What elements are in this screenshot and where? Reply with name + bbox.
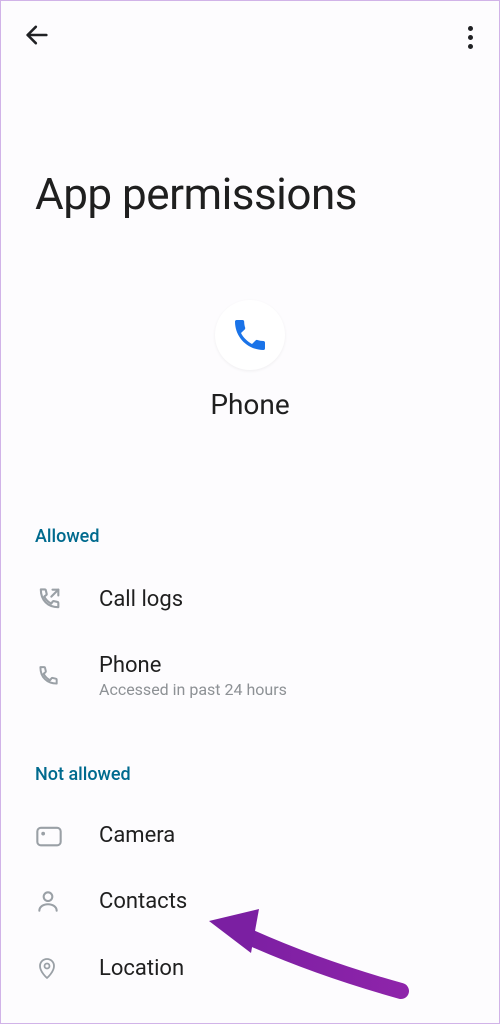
permission-title: Camera	[99, 823, 175, 848]
app-name: Phone	[210, 388, 289, 421]
not-allowed-list: Camera Contacts Location	[1, 803, 499, 1002]
permission-title: Call logs	[99, 587, 183, 612]
allowed-list: Call logs Phone Accessed in past 24 hour…	[1, 565, 499, 719]
permission-title: Phone	[99, 653, 287, 678]
page-title: App permissions	[1, 53, 499, 220]
permission-phone[interactable]: Phone Accessed in past 24 hours	[1, 633, 499, 719]
location-icon	[35, 954, 71, 982]
permission-title: Location	[99, 956, 184, 981]
phone-app-icon	[230, 315, 270, 355]
camera-icon	[35, 824, 71, 848]
permission-camera[interactable]: Camera	[1, 803, 499, 868]
permission-subtitle: Accessed in past 24 hours	[99, 680, 287, 699]
permission-title: Contacts	[99, 889, 187, 914]
app-icon	[215, 300, 285, 370]
more-vert-icon	[468, 26, 473, 49]
call-logs-icon	[35, 585, 71, 613]
phone-icon	[35, 663, 71, 689]
permission-location[interactable]: Location	[1, 934, 499, 1002]
top-bar	[1, 1, 499, 53]
section-label-not-allowed: Not allowed	[1, 764, 499, 785]
overflow-menu-button[interactable]	[464, 22, 477, 53]
contacts-icon	[35, 888, 71, 914]
permission-call-logs[interactable]: Call logs	[1, 565, 499, 633]
back-arrow-icon	[23, 21, 51, 49]
section-label-allowed: Allowed	[1, 526, 499, 547]
back-button[interactable]	[23, 21, 51, 53]
permission-contacts[interactable]: Contacts	[1, 868, 499, 934]
app-header: Phone	[1, 300, 499, 421]
